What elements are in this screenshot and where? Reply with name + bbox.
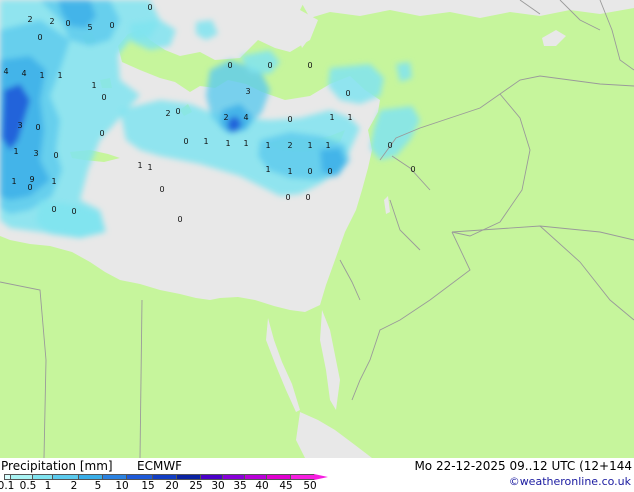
precip-value-label: 0 xyxy=(410,165,415,174)
precip-value-label: 0 xyxy=(147,3,152,12)
precip-value-label: 1 xyxy=(307,141,312,150)
scale-tick-label: 20 xyxy=(165,480,179,492)
scale-tick-label: 35 xyxy=(233,480,247,492)
scale-tick-label: 30 xyxy=(211,480,225,492)
precip-value-label: 0 xyxy=(177,215,182,224)
precip-value-label: 0 xyxy=(53,151,58,160)
scale-tick-label: 5 xyxy=(94,480,102,492)
scale-tick-label: 15 xyxy=(141,480,155,492)
legend-footer: Precipitation [mm] ECMWF Mo 22-12-2025 0… xyxy=(0,458,634,492)
precip-value-label: 1 xyxy=(265,141,270,150)
precip-value-label: 3 xyxy=(245,87,250,96)
precip-value-label: 2 xyxy=(287,141,292,150)
precip-value-label: 1 xyxy=(11,177,16,186)
scale-tick-label: 10 xyxy=(115,480,129,492)
credit-link[interactable]: ©weatheronline.co.uk xyxy=(509,475,631,488)
precip-value-label: 0 xyxy=(267,61,272,70)
precip-value-label: 0 xyxy=(307,167,312,176)
scale-tick-label: 45 xyxy=(279,480,293,492)
precip-value-label: 0 xyxy=(109,21,114,30)
valid-time: Mo 22-12-2025 09..12 UTC (12+144 xyxy=(414,459,632,473)
precip-value-label: 1 xyxy=(225,139,230,148)
precip-value-label: 1 xyxy=(57,71,62,80)
precip-value-label: 1 xyxy=(51,177,56,186)
precip-value-label: 2 xyxy=(223,113,228,122)
precip-value-label: 0 xyxy=(345,89,350,98)
precip-value-label: 0 xyxy=(65,19,70,28)
model-name: ECMWF xyxy=(137,459,183,473)
precip-value-label: 0 xyxy=(287,115,292,124)
map-title: Precipitation [mm] xyxy=(1,459,113,473)
precip-value-label: 1 xyxy=(265,165,270,174)
precip-value-label: 0 xyxy=(37,33,42,42)
precip-value-label: 1 xyxy=(287,167,292,176)
precip-value-label: 0 xyxy=(183,137,188,146)
precip-value-label: 0 xyxy=(387,141,392,150)
precip-value-label: 1 xyxy=(137,161,142,170)
precip-value-label: 0 xyxy=(51,205,56,214)
precip-value-label: 4 xyxy=(3,67,8,76)
precip-value-label: 0 xyxy=(175,107,180,116)
precip-value-label: 0 xyxy=(307,61,312,70)
precip-value-label: 0 xyxy=(285,193,290,202)
scale-tick-label: 1 xyxy=(44,480,52,492)
precip-value-label: 0 xyxy=(71,207,76,216)
precip-value-label: 1 xyxy=(329,113,334,122)
precip-value-label: 1 xyxy=(203,137,208,146)
precip-value-label: 1 xyxy=(91,81,96,90)
precip-value-label: 2 xyxy=(27,15,32,24)
precip-value-label: 0 xyxy=(305,193,310,202)
precip-value-label: 0 xyxy=(101,93,106,102)
scale-tick-label: 0.5 xyxy=(19,480,37,492)
scale-tick-label: 50 xyxy=(303,480,317,492)
precip-value-label: 3 xyxy=(33,149,38,158)
scale-tick-label: 25 xyxy=(189,480,203,492)
precip-value-label: 0 xyxy=(159,185,164,194)
precip-value-label: 1 xyxy=(243,139,248,148)
precip-value-label: 0 xyxy=(327,167,332,176)
precip-value-label: 1 xyxy=(13,147,18,156)
precip-value-label: 4 xyxy=(243,113,248,122)
precip-value-label: 1 xyxy=(325,141,330,150)
precip-value-label: 0 xyxy=(99,129,104,138)
precipitation-map: 2205004411103013019100200030240111121101… xyxy=(0,0,634,458)
scale-tick-label: 40 xyxy=(255,480,269,492)
precip-value-label: 0 xyxy=(35,123,40,132)
precip-value-label: 0 xyxy=(227,61,232,70)
scale-tick-label: 2 xyxy=(70,480,78,492)
precip-value-label: 2 xyxy=(165,109,170,118)
precip-value-label: 5 xyxy=(87,23,92,32)
map-canvas: 2 2 0 5 004 4 1 1103 01 3 01910 02 00 0302 40 1 1 1 1 2 1 101… xyxy=(0,0,634,458)
precip-value-label: 4 xyxy=(21,69,26,78)
scale-tick-label: 0.1 xyxy=(0,480,15,492)
precip-value-label: 1 xyxy=(39,71,44,80)
precip-value-label: 1 xyxy=(147,163,152,172)
precip-value-label: 0 xyxy=(27,183,32,192)
precip-value-label: 3 xyxy=(17,121,22,130)
precip-value-label: 1 xyxy=(347,113,352,122)
precip-value-label: 2 xyxy=(49,17,54,26)
color-scale: 0.1 0.5 1 2 5 10 15 20 25 30 35 40 45 50 xyxy=(0,474,330,492)
